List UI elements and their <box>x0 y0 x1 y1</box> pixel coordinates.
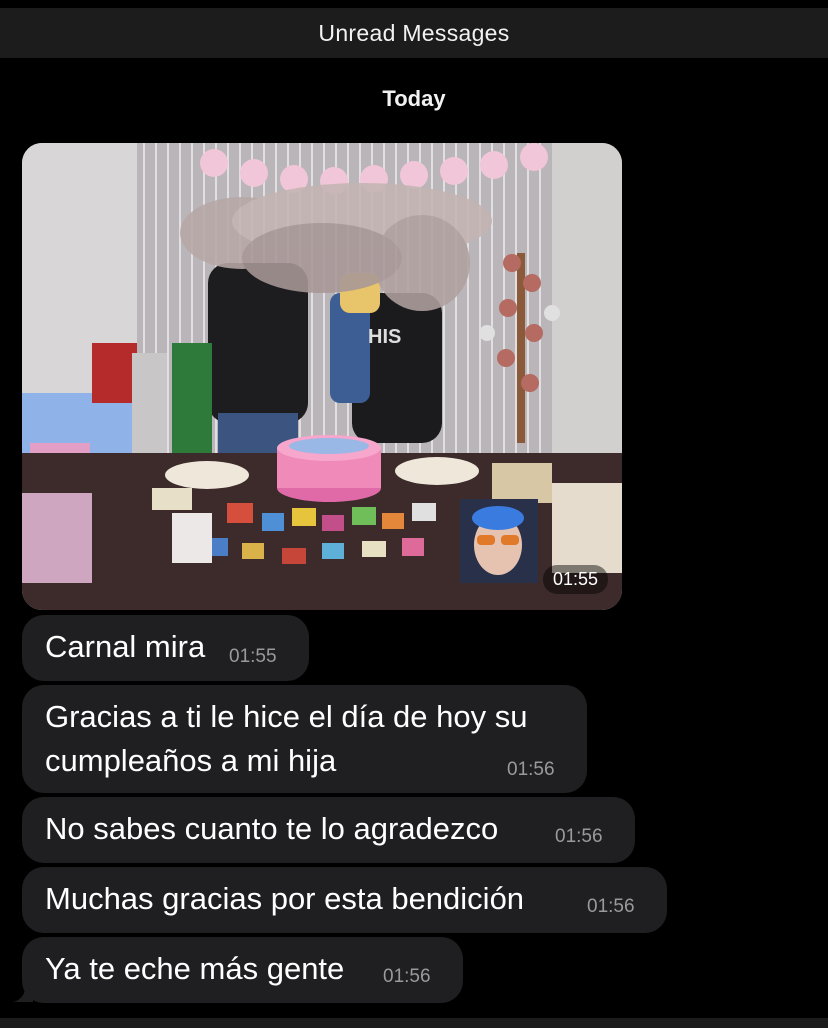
message-bubble[interactable]: Muchas gracias por esta bendición 01:56 <box>22 867 667 933</box>
message-timestamp: 01:55 <box>229 646 277 667</box>
message-text: No sabes cuanto te lo agradezco <box>45 811 499 846</box>
message-text: Ya te eche más gente <box>45 951 345 986</box>
photo-message[interactable]: HIS 01:55 <box>22 143 622 610</box>
message-bubble[interactable]: No sabes cuanto te lo agradezco 01:56 <box>22 797 635 863</box>
message-timestamp: 01:56 <box>555 826 603 847</box>
birthday-cake <box>277 435 381 502</box>
unread-messages-label: Unread Messages <box>318 19 510 46</box>
message-text-line-2: cumpleaños a mi hija <box>45 743 337 778</box>
unread-messages-bar: Unread Messages <box>0 8 828 58</box>
message-bubble[interactable]: Ya te eche más gente 01:56 <box>22 937 463 1003</box>
message-text: Muchas gracias por esta bendición <box>45 881 525 916</box>
bottom-input-edge <box>0 1018 828 1028</box>
message-text-line-1: Gracias a ti le hice el día de hoy su <box>45 699 528 734</box>
svg-text:HIS: HIS <box>368 326 401 348</box>
date-separator: Today <box>382 86 446 111</box>
message-timestamp: 01:56 <box>383 966 431 987</box>
message-text: Carnal mira <box>45 629 206 664</box>
message-bubble[interactable]: Carnal mira 01:55 <box>22 615 309 681</box>
bubble-tail <box>13 988 33 1002</box>
message-bubble[interactable]: Gracias a ti le hice el día de hoy su cu… <box>22 685 587 793</box>
message-timestamp: 01:56 <box>587 896 635 917</box>
message-timestamp: 01:56 <box>507 759 555 780</box>
party-photo: HIS <box>22 143 622 610</box>
photo-timestamp: 01:55 <box>542 565 608 594</box>
sunglasses-sticker <box>460 499 538 583</box>
